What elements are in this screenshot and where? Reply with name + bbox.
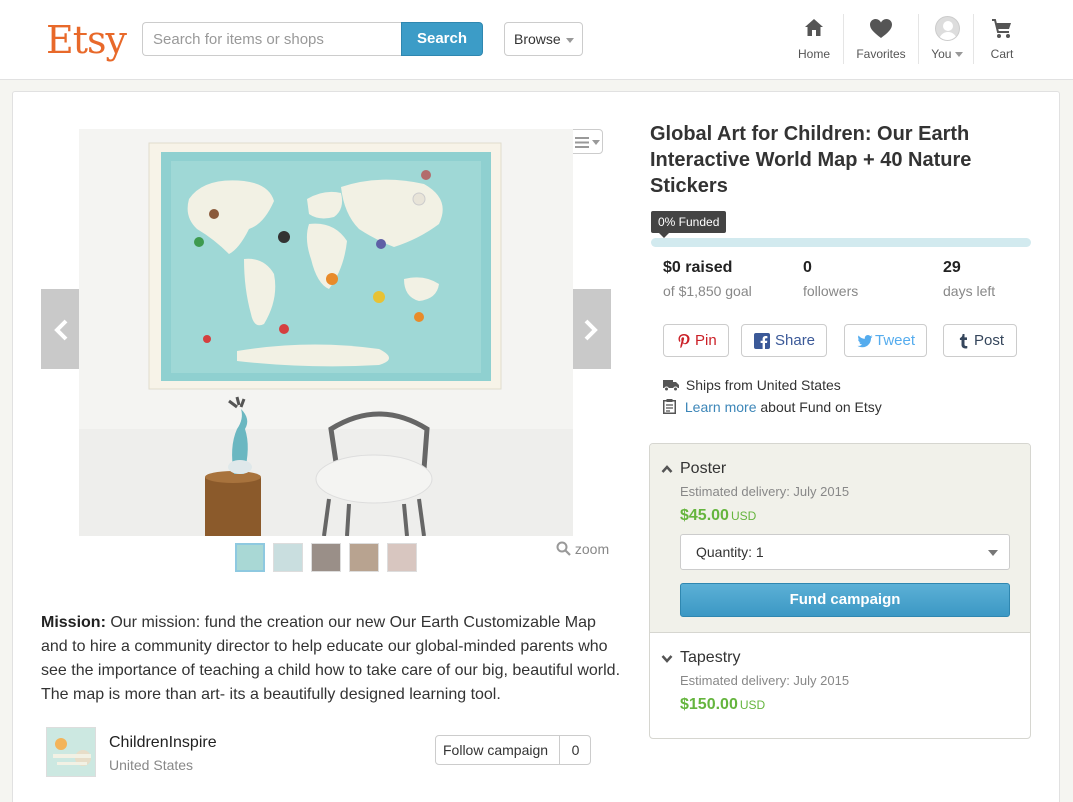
thumbnail[interactable]	[311, 543, 341, 572]
stat-followers-value: 0	[803, 259, 812, 276]
zoom-button[interactable]: zoom	[556, 541, 609, 557]
tweet-label: Tweet	[875, 332, 916, 349]
thumbnail[interactable]	[387, 543, 417, 572]
chevron-down-icon	[988, 550, 998, 556]
reward-price: $45.00 USD	[680, 507, 757, 524]
facebook-share-label: Share	[775, 332, 816, 349]
chevron-down-icon[interactable]	[661, 653, 673, 665]
clipboard-icon	[663, 399, 676, 414]
thumbnail[interactable]	[235, 543, 265, 572]
cart-icon	[992, 19, 1011, 38]
chevron-left-icon	[54, 319, 68, 341]
nav-favorites[interactable]: Favorites	[850, 14, 912, 66]
previous-image-button[interactable]	[41, 289, 81, 369]
chevron-right-icon	[584, 319, 598, 341]
avatar	[935, 16, 960, 41]
site-header: Etsy Search Browse Home Favorites You Ca…	[0, 0, 1073, 80]
fund-campaign-button[interactable]: Fund campaign	[680, 583, 1010, 617]
campaign-title: Global Art for Children: Our Earth Inter…	[650, 123, 972, 197]
browse-label: Browse	[514, 31, 561, 47]
thumbnail[interactable]	[349, 543, 379, 572]
reward-currency: USD	[730, 509, 757, 523]
nav-you-label: You	[926, 47, 968, 61]
stat-raised-label: of $1,850 goal	[663, 283, 752, 299]
search-input[interactable]	[142, 22, 404, 56]
ships-from-text: Ships from United States	[685, 377, 841, 393]
mission-label: Mission:	[41, 614, 106, 631]
search-button[interactable]: Search	[401, 22, 483, 56]
facebook-share-button[interactable]: Share	[741, 324, 827, 357]
next-image-button[interactable]	[571, 289, 611, 369]
tumblr-post-button[interactable]: Post	[943, 324, 1017, 357]
nav-divider	[843, 14, 844, 64]
nav-divider	[973, 14, 974, 64]
etsy-logo[interactable]: Etsy	[46, 18, 127, 62]
ships-from: Ships from United States	[663, 377, 841, 393]
nav-favorites-label: Favorites	[856, 47, 906, 61]
shop-logo-image	[47, 728, 95, 776]
reward-name[interactable]: Tapestry	[680, 649, 740, 667]
reward-item: Poster Estimated delivery: July 2015 $45…	[650, 444, 1030, 633]
learn-more-link[interactable]: Learn more	[685, 399, 757, 415]
nav-home[interactable]: Home	[788, 14, 840, 66]
tumblr-icon	[959, 334, 968, 349]
quantity-value: Quantity: 1	[696, 544, 764, 560]
reward-delivery: Estimated delivery: July 2015	[680, 484, 850, 499]
stat-days-value: 29	[943, 259, 961, 276]
shop-avatar[interactable]	[46, 727, 96, 777]
browse-dropdown[interactable]: Browse	[504, 22, 583, 56]
learn-more-rest: about Fund on Etsy	[756, 399, 882, 415]
pin-button[interactable]: Pin	[663, 324, 729, 357]
zoom-label: zoom	[574, 541, 610, 557]
shop-location: United States	[109, 757, 194, 773]
stat-raised-value: $0 raised	[663, 259, 733, 276]
reward-delivery: Estimated delivery: July 2015	[680, 673, 850, 688]
reward-price: $150.00 USD	[680, 696, 766, 713]
rewards-panel: Poster Estimated delivery: July 2015 $45…	[649, 443, 1031, 739]
twitter-icon	[857, 335, 873, 348]
chevron-down-icon	[566, 38, 574, 43]
home-icon	[805, 19, 823, 36]
chevron-up-icon[interactable]	[661, 463, 673, 475]
nav-divider	[918, 14, 919, 64]
heart-icon	[870, 19, 892, 38]
nav-home-label: Home	[797, 47, 830, 61]
funding-progress-bar	[651, 238, 1031, 247]
quantity-select[interactable]: Quantity: 1	[680, 534, 1010, 570]
tumblr-post-label: Post	[974, 332, 1005, 349]
thumbnail[interactable]	[273, 543, 303, 572]
reward-currency: USD	[739, 698, 766, 712]
mission-text: Our mission: fund the creation our new O…	[41, 614, 621, 703]
follow-campaign-button[interactable]: Follow campaign 0	[435, 735, 591, 765]
mission-statement: Mission: Our mission: fund the creation …	[41, 611, 621, 707]
stat-days-label: days left	[943, 283, 996, 299]
list-icon	[575, 137, 589, 148]
nav-you[interactable]: You	[926, 14, 968, 66]
list-menu-button[interactable]	[569, 129, 603, 154]
pinterest-icon	[678, 334, 690, 348]
facebook-icon	[754, 333, 770, 349]
learn-more-line: Learn more about Fund on Etsy	[663, 399, 882, 415]
truck-icon	[663, 380, 679, 392]
nav-cart[interactable]: Cart	[982, 14, 1022, 66]
funded-badge-label: 0% Funded	[658, 215, 720, 229]
shop-name[interactable]: ChildrenInspire	[109, 734, 217, 752]
funded-badge: 0% Funded	[651, 211, 727, 238]
nav-cart-label: Cart	[990, 47, 1014, 61]
follow-campaign-label: Follow campaign	[443, 742, 549, 758]
chevron-down-icon	[954, 52, 963, 58]
chevron-down-icon	[592, 140, 600, 145]
pin-label: Pin	[695, 332, 717, 349]
tweet-button[interactable]: Tweet	[844, 324, 927, 357]
reward-name[interactable]: Poster	[680, 460, 726, 478]
product-image[interactable]	[79, 129, 573, 536]
follow-count: 0	[571, 742, 580, 758]
stat-followers-label: followers	[803, 283, 859, 299]
magnifier-icon	[556, 541, 571, 556]
